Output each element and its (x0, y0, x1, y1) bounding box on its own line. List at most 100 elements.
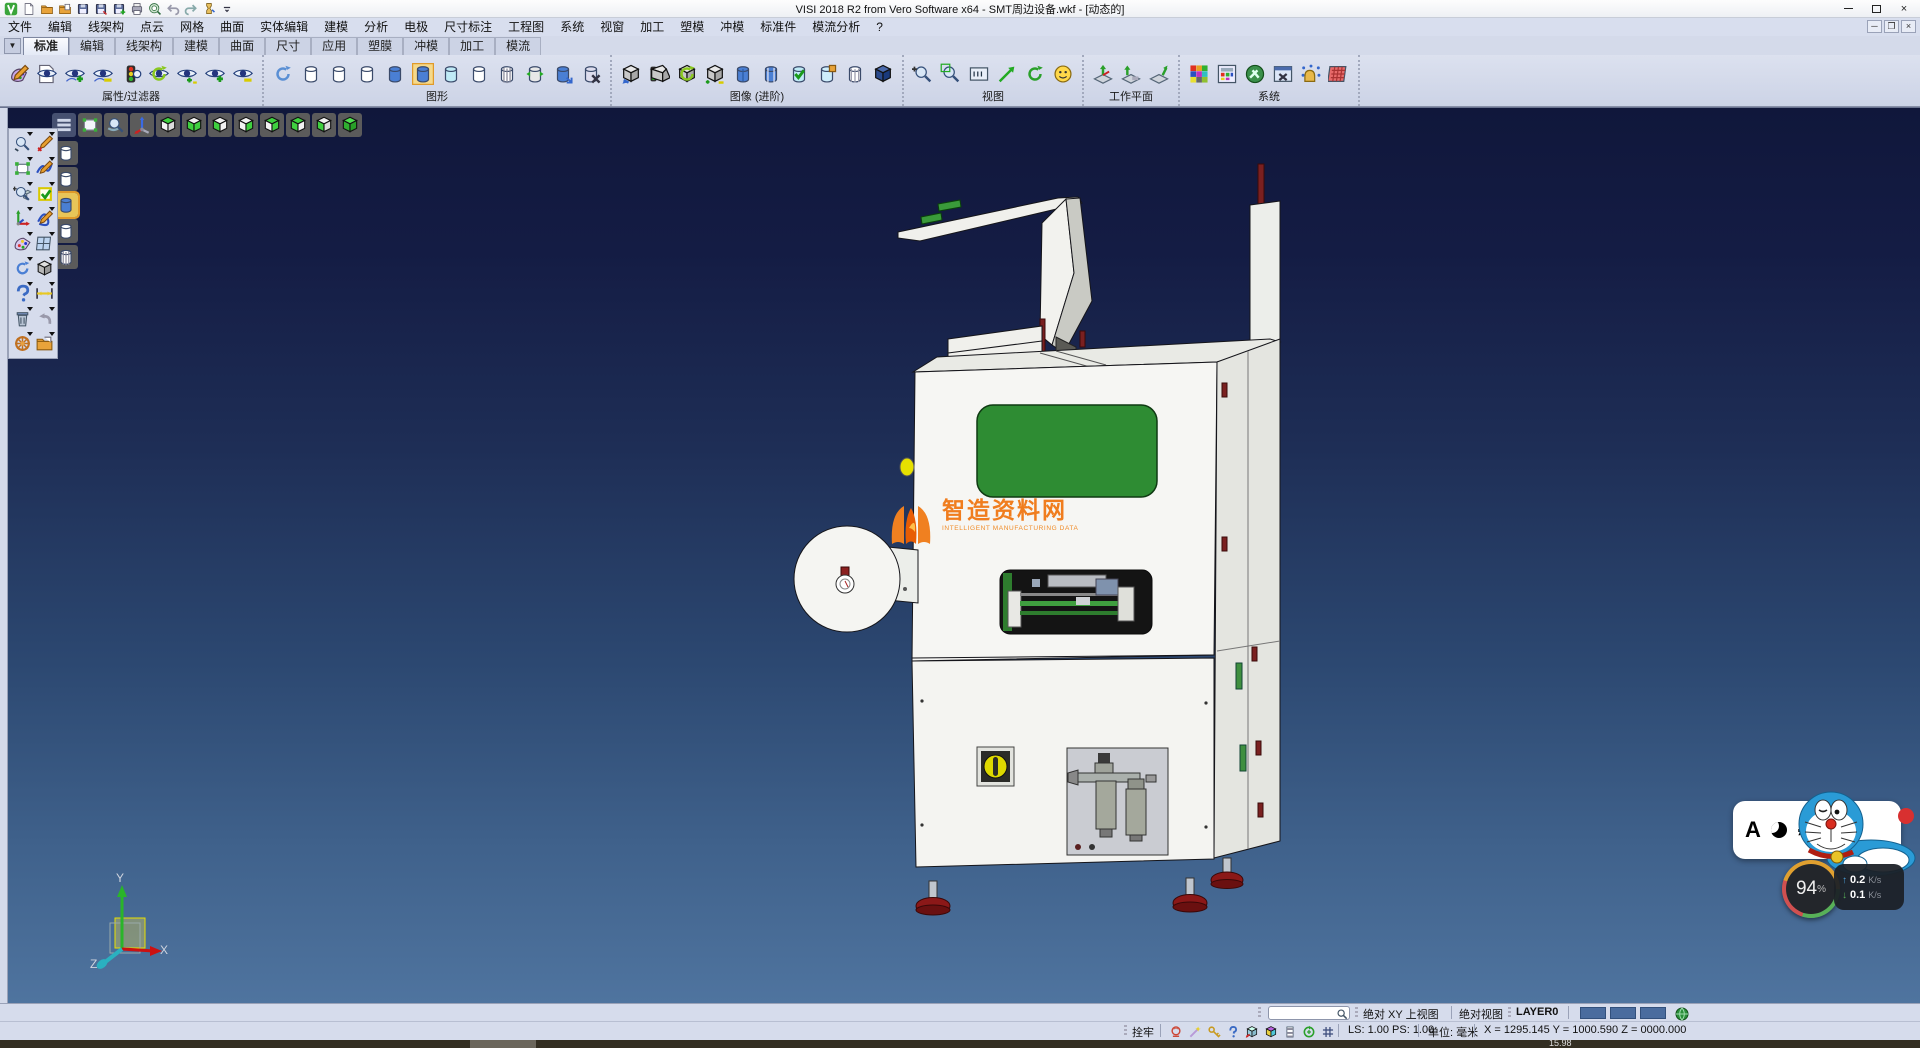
view-front-button[interactable] (260, 113, 284, 137)
save-icon[interactable] (75, 2, 90, 16)
help-query-button[interactable] (11, 281, 33, 306)
view-left-button[interactable] (208, 113, 232, 137)
status-layer[interactable]: LAYER0 (1516, 1006, 1558, 1018)
spline-edit-button[interactable] (33, 206, 55, 231)
maximize-button[interactable] (1862, 0, 1890, 17)
menu-item-5[interactable]: 网格 (172, 18, 212, 36)
history-icon[interactable] (201, 2, 216, 16)
close-button[interactable]: × (1890, 0, 1918, 17)
workplane-entity-button[interactable] (1118, 61, 1144, 87)
mdi-minimize-button[interactable]: ─ (1867, 20, 1882, 33)
cyl-active-button[interactable] (410, 61, 436, 87)
triad-axes-button[interactable] (130, 113, 154, 137)
menu-item-9[interactable]: 分析 (356, 18, 396, 36)
redo-icon[interactable] (183, 2, 198, 16)
new-doc-icon[interactable] (21, 2, 36, 16)
help-question-button[interactable] (1225, 1024, 1241, 1039)
menu-item-3[interactable]: 线架构 (80, 18, 132, 36)
cyl-check-button[interactable] (786, 61, 812, 87)
cyl-tools-button[interactable] (578, 61, 604, 87)
cyl-swap-button[interactable] (522, 61, 548, 87)
menu-item-7[interactable]: 实体编辑 (252, 18, 316, 36)
measure-distance-button[interactable] (33, 281, 55, 306)
tab-尺寸[interactable]: 尺寸 (265, 37, 311, 55)
more-dropdown-icon[interactable] (219, 2, 234, 16)
cyl-arrow-button[interactable] (550, 61, 576, 87)
eye-plus-button[interactable] (202, 61, 228, 87)
tab-曲面[interactable]: 曲面 (219, 37, 265, 55)
layer-color-swatch-2[interactable] (1610, 1007, 1636, 1019)
zoom-view-button[interactable] (104, 113, 128, 137)
grid-settings-button[interactable] (1326, 61, 1352, 87)
cyl-ghost-button[interactable] (842, 61, 868, 87)
workplane-free-button[interactable] (1090, 61, 1116, 87)
solid-cube-button[interactable] (33, 256, 55, 281)
open-folder-icon[interactable] (39, 2, 54, 16)
save-all-icon[interactable] (111, 2, 126, 16)
menu-item-20[interactable]: ? (868, 18, 891, 36)
tab-标准[interactable]: 标准 (23, 37, 69, 55)
tab-应用[interactable]: 应用 (311, 37, 357, 55)
cube-color-button[interactable] (1263, 1024, 1279, 1039)
cyl-outline-1-button[interactable] (298, 61, 324, 87)
box-traffic-button[interactable] (646, 61, 672, 87)
select-zoom-button[interactable] (11, 131, 33, 156)
menu-item-8[interactable]: 建模 (316, 18, 356, 36)
visi-logo-icon[interactable] (3, 2, 18, 16)
cyl-striped-button[interactable] (758, 61, 784, 87)
status-lock[interactable]: 拴牢 (1132, 1024, 1154, 1040)
stamp-filter-button[interactable] (1168, 1024, 1184, 1039)
cyl-copy-button[interactable] (814, 61, 840, 87)
view-bottom-button[interactable] (182, 113, 206, 137)
box-arrow-button[interactable] (618, 61, 644, 87)
erase-pencil-button[interactable] (33, 131, 55, 156)
mdi-restore-button[interactable]: ❐ (1884, 20, 1899, 33)
open-file-button[interactable] (33, 331, 55, 356)
tab-dropdown-button[interactable]: ▼ (4, 38, 21, 54)
menu-item-18[interactable]: 标准件 (752, 18, 804, 36)
cyl-solid-button[interactable] (730, 61, 756, 87)
view-iso-solid-button[interactable] (338, 113, 362, 137)
ime-mode-letter[interactable]: A (1745, 817, 1761, 843)
page-eye-button[interactable] (34, 61, 60, 87)
cyl-outline-2-button[interactable] (326, 61, 352, 87)
color-table-button[interactable] (1214, 61, 1240, 87)
navigate-wheel-button[interactable] (11, 331, 33, 356)
confirm-check-button[interactable] (33, 181, 55, 206)
traffic-filter-button[interactable] (118, 61, 144, 87)
menu-item-1[interactable]: 文件 (0, 18, 40, 36)
zoom-window-button[interactable] (938, 61, 964, 87)
magic-wand-button[interactable] (1187, 1024, 1203, 1039)
system-settings-button[interactable] (1242, 61, 1268, 87)
menu-item-6[interactable]: 曲面 (212, 18, 252, 36)
eye-add-button[interactable] (62, 61, 88, 87)
net-speed-widget[interactable]: ↑ 0.2 K/s ↓ 0.1 K/s (1834, 864, 1904, 910)
workplane-view-button[interactable] (1146, 61, 1172, 87)
layers-refresh-button[interactable] (270, 61, 296, 87)
view-right-button[interactable] (234, 113, 258, 137)
tab-线架构[interactable]: 线架构 (115, 37, 173, 55)
print-icon[interactable] (129, 2, 144, 16)
minimize-button[interactable] (1834, 0, 1862, 17)
regen-view-button[interactable] (11, 256, 33, 281)
eye-refresh-button[interactable] (146, 61, 172, 87)
delete-trash-button[interactable] (11, 306, 33, 331)
zoom-extent-button[interactable] (994, 61, 1020, 87)
menu-item-13[interactable]: 系统 (552, 18, 592, 36)
zoom-dynamic-button[interactable] (910, 61, 936, 87)
mdi-close-button[interactable]: × (1901, 20, 1916, 33)
view-top-button[interactable] (156, 113, 180, 137)
tab-冲模[interactable]: 冲模 (403, 37, 449, 55)
menu-item-12[interactable]: 工程图 (500, 18, 552, 36)
clear-screen-button[interactable] (78, 113, 102, 137)
menu-item-19[interactable]: 模流分析 (804, 18, 868, 36)
box-plusminus-button[interactable] (702, 61, 728, 87)
tab-建模[interactable]: 建模 (173, 37, 219, 55)
zoom-actual-button[interactable] (966, 61, 992, 87)
preview-icon[interactable] (147, 2, 162, 16)
cyl-outline-4-button[interactable] (466, 61, 492, 87)
view-back-button[interactable] (286, 113, 310, 137)
wcs-axes-button[interactable] (11, 206, 33, 231)
viewport-3d[interactable]: 智造资料网 INTELLIGENT MANUFACTURING DATA Y X… (0, 107, 1920, 1003)
cube-shaded-button[interactable] (870, 61, 896, 87)
